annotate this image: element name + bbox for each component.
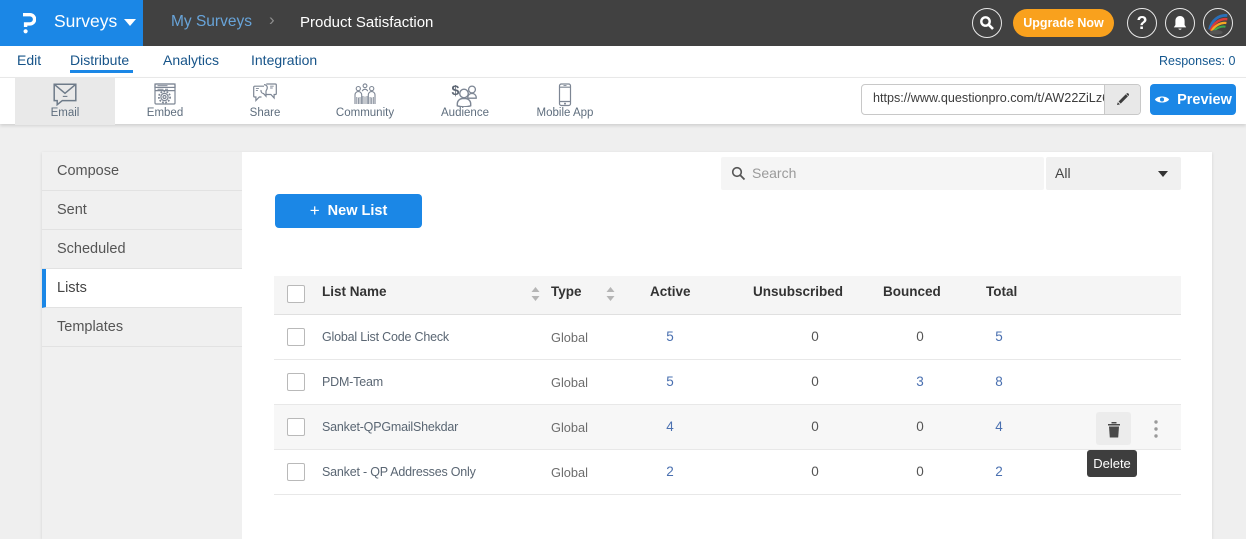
svg-text:$: $ [452, 83, 460, 98]
